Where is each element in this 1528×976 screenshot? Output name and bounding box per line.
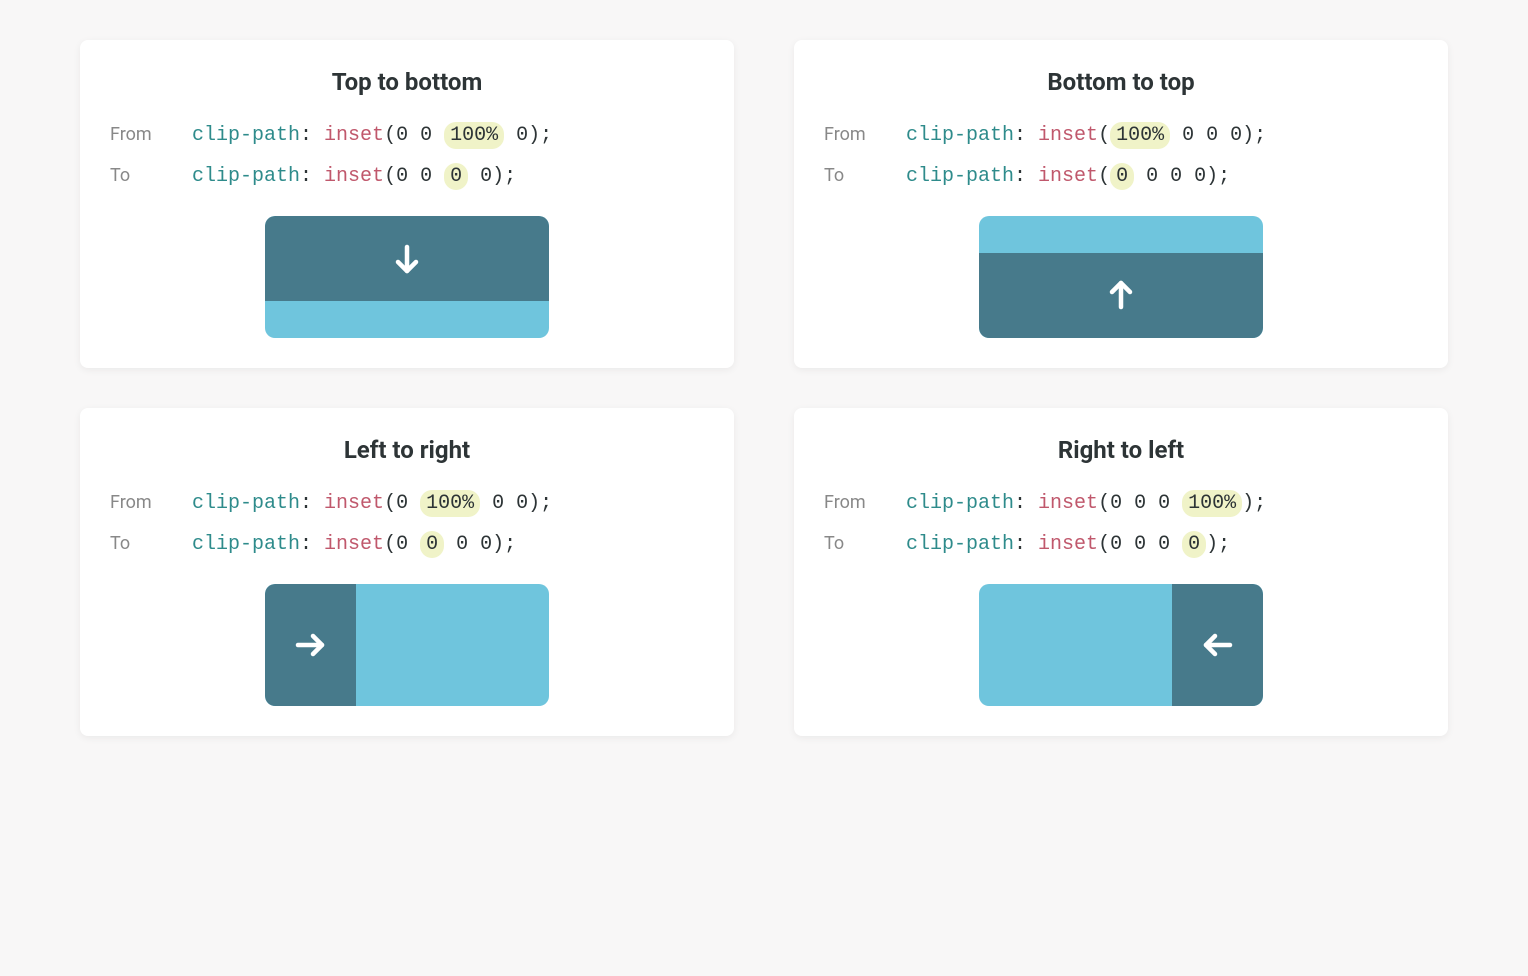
demo-wrap	[824, 584, 1418, 706]
demo-overlay	[1172, 584, 1263, 706]
code-row-to: To clip-path: inset(0 0 0 0);	[824, 165, 1418, 188]
row-label-from: From	[110, 124, 164, 145]
card-title: Right to left	[824, 436, 1418, 464]
card-right-to-left: Right to left From clip-path: inset(0 0 …	[794, 408, 1448, 736]
card-title: Left to right	[110, 436, 704, 464]
code-from: clip-path: inset(0 0 100% 0);	[192, 124, 552, 147]
arrow-down-icon	[389, 241, 425, 277]
demo-overlay	[979, 253, 1263, 338]
demo-overlay	[265, 216, 549, 301]
card-title: Bottom to top	[824, 68, 1418, 96]
demo-box	[979, 216, 1263, 338]
card-grid: Top to bottom From clip-path: inset(0 0 …	[80, 40, 1448, 736]
code-from: clip-path: inset(0 100% 0 0);	[192, 492, 552, 515]
code-to: clip-path: inset(0 0 0 0);	[906, 165, 1230, 188]
demo-box	[979, 584, 1263, 706]
highlight-value: 0	[420, 531, 444, 558]
code-to: clip-path: inset(0 0 0 0);	[192, 533, 516, 556]
code-row-from: From clip-path: inset(0 0 0 100%);	[824, 492, 1418, 515]
arrow-right-icon	[292, 627, 328, 663]
code-from: clip-path: inset(100% 0 0 0);	[906, 124, 1266, 147]
highlight-value: 100%	[1182, 490, 1242, 517]
highlight-value: 100%	[420, 490, 480, 517]
highlight-value: 100%	[444, 122, 504, 149]
row-label-to: To	[110, 165, 164, 186]
row-label-to: To	[824, 533, 878, 554]
demo-overlay	[265, 584, 356, 706]
row-label-from: From	[110, 492, 164, 513]
code-row-from: From clip-path: inset(0 0 100% 0);	[110, 124, 704, 147]
row-label-from: From	[824, 492, 878, 513]
card-bottom-to-top: Bottom to top From clip-path: inset(100%…	[794, 40, 1448, 368]
card-left-to-right: Left to right From clip-path: inset(0 10…	[80, 408, 734, 736]
highlight-value: 0	[1110, 163, 1134, 190]
highlight-value: 0	[1182, 531, 1206, 558]
row-label-from: From	[824, 124, 878, 145]
code-to: clip-path: inset(0 0 0 0);	[906, 533, 1230, 556]
demo-box	[265, 584, 549, 706]
code-to: clip-path: inset(0 0 0 0);	[192, 165, 516, 188]
code-row-to: To clip-path: inset(0 0 0 0);	[110, 165, 704, 188]
code-row-from: From clip-path: inset(100% 0 0 0);	[824, 124, 1418, 147]
highlight-value: 0	[444, 163, 468, 190]
code-from: clip-path: inset(0 0 0 100%);	[906, 492, 1266, 515]
code-row-to: To clip-path: inset(0 0 0 0);	[824, 533, 1418, 556]
card-title: Top to bottom	[110, 68, 704, 96]
arrow-left-icon	[1200, 627, 1236, 663]
code-row-from: From clip-path: inset(0 100% 0 0);	[110, 492, 704, 515]
row-label-to: To	[110, 533, 164, 554]
code-row-to: To clip-path: inset(0 0 0 0);	[110, 533, 704, 556]
demo-wrap	[110, 584, 704, 706]
demo-wrap	[824, 216, 1418, 338]
demo-wrap	[110, 216, 704, 338]
arrow-up-icon	[1103, 277, 1139, 313]
row-label-to: To	[824, 165, 878, 186]
card-top-to-bottom: Top to bottom From clip-path: inset(0 0 …	[80, 40, 734, 368]
highlight-value: 100%	[1110, 122, 1170, 149]
demo-box	[265, 216, 549, 338]
